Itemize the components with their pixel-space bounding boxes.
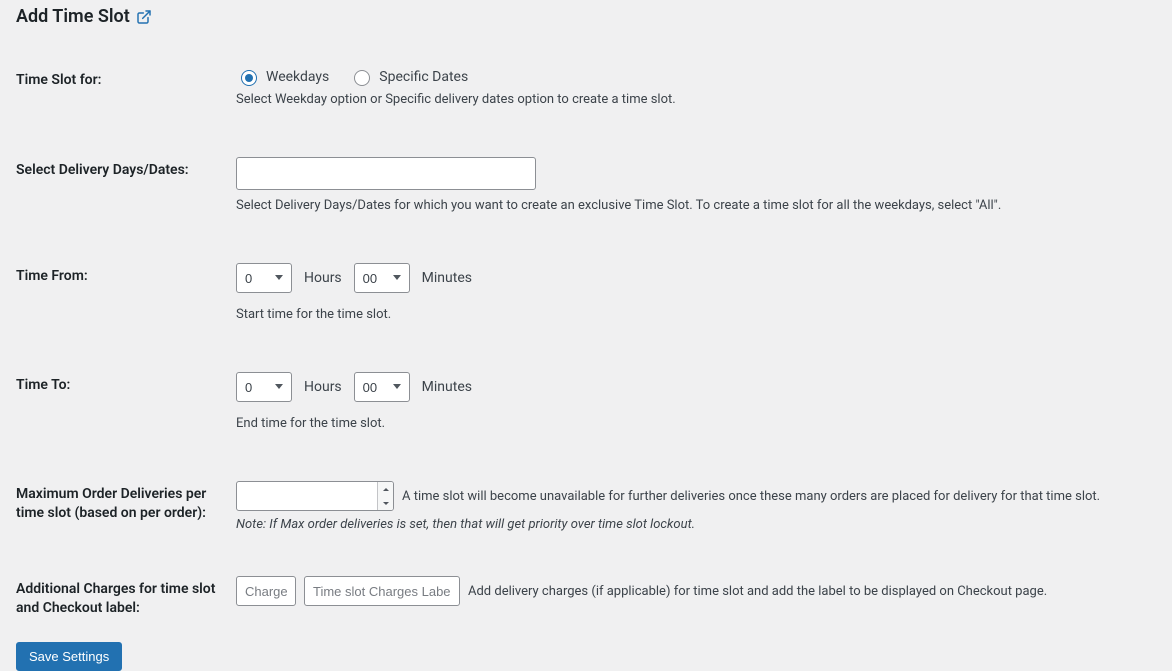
time-slot-for-options: Weekdays Specific Dates: [236, 67, 1156, 86]
radio-weekdays-label[interactable]: Weekdays: [266, 69, 329, 85]
label-select-days: Select Delivery Days/Dates:: [16, 145, 236, 251]
external-link-icon[interactable]: [136, 9, 152, 25]
charges-row: Add delivery charges (if applicable) for…: [236, 576, 1156, 606]
radio-weekdays[interactable]: [241, 70, 257, 86]
number-spinner: [377, 482, 393, 510]
minutes-unit: Minutes: [422, 270, 472, 286]
desc-max-orders: A time slot will become unavailable for …: [402, 489, 1156, 504]
desc-charges: Add delivery charges (if applicable) for…: [468, 584, 1156, 599]
label-time-slot-for: Time Slot for:: [16, 55, 236, 145]
time-from-mins-select[interactable]: 00: [354, 263, 410, 293]
max-orders-input[interactable]: [236, 481, 394, 511]
label-time-to: Time To:: [16, 360, 236, 469]
hours-unit: Hours: [304, 270, 342, 286]
radio-specific-dates[interactable]: [354, 70, 370, 86]
step-up-button[interactable]: [378, 482, 393, 496]
time-from-hours-select[interactable]: 0: [236, 263, 292, 293]
charges-input[interactable]: [236, 576, 296, 606]
charges-label-input[interactable]: [304, 576, 460, 606]
max-orders-row: A time slot will become unavailable for …: [236, 481, 1156, 511]
radio-specific-dates-label[interactable]: Specific Dates: [379, 69, 468, 85]
time-from-row: 0 Hours 00 Minutes: [236, 263, 1156, 293]
label-time-from: Time From:: [16, 251, 236, 360]
minutes-unit: Minutes: [422, 379, 472, 395]
label-max-orders: Maximum Order Deliveries per time slot (…: [16, 469, 236, 564]
save-settings-button[interactable]: Save Settings: [16, 642, 122, 671]
time-to-row: 0 Hours 00 Minutes: [236, 372, 1156, 402]
desc-time-to: End time for the time slot.: [236, 416, 1156, 431]
page-title: Add Time Slot: [16, 0, 1156, 27]
hours-unit: Hours: [304, 379, 342, 395]
settings-form: Time Slot for: Weekdays Specific Dates S…: [16, 55, 1156, 642]
note-max-orders: Note: If Max order deliveries is set, th…: [236, 517, 1156, 532]
desc-time-from: Start time for the time slot.: [236, 307, 1156, 322]
time-to-mins-select[interactable]: 00: [354, 372, 410, 402]
time-to-hours-select[interactable]: 0: [236, 372, 292, 402]
page-title-text: Add Time Slot: [16, 6, 130, 27]
select-days-input[interactable]: [236, 157, 536, 190]
desc-select-days: Select Delivery Days/Dates for which you…: [236, 198, 1156, 213]
desc-time-slot-for: Select Weekday option or Specific delive…: [236, 92, 1156, 107]
step-down-button[interactable]: [378, 496, 393, 510]
label-additional-charges: Additional Charges for time slot and Che…: [16, 564, 236, 642]
